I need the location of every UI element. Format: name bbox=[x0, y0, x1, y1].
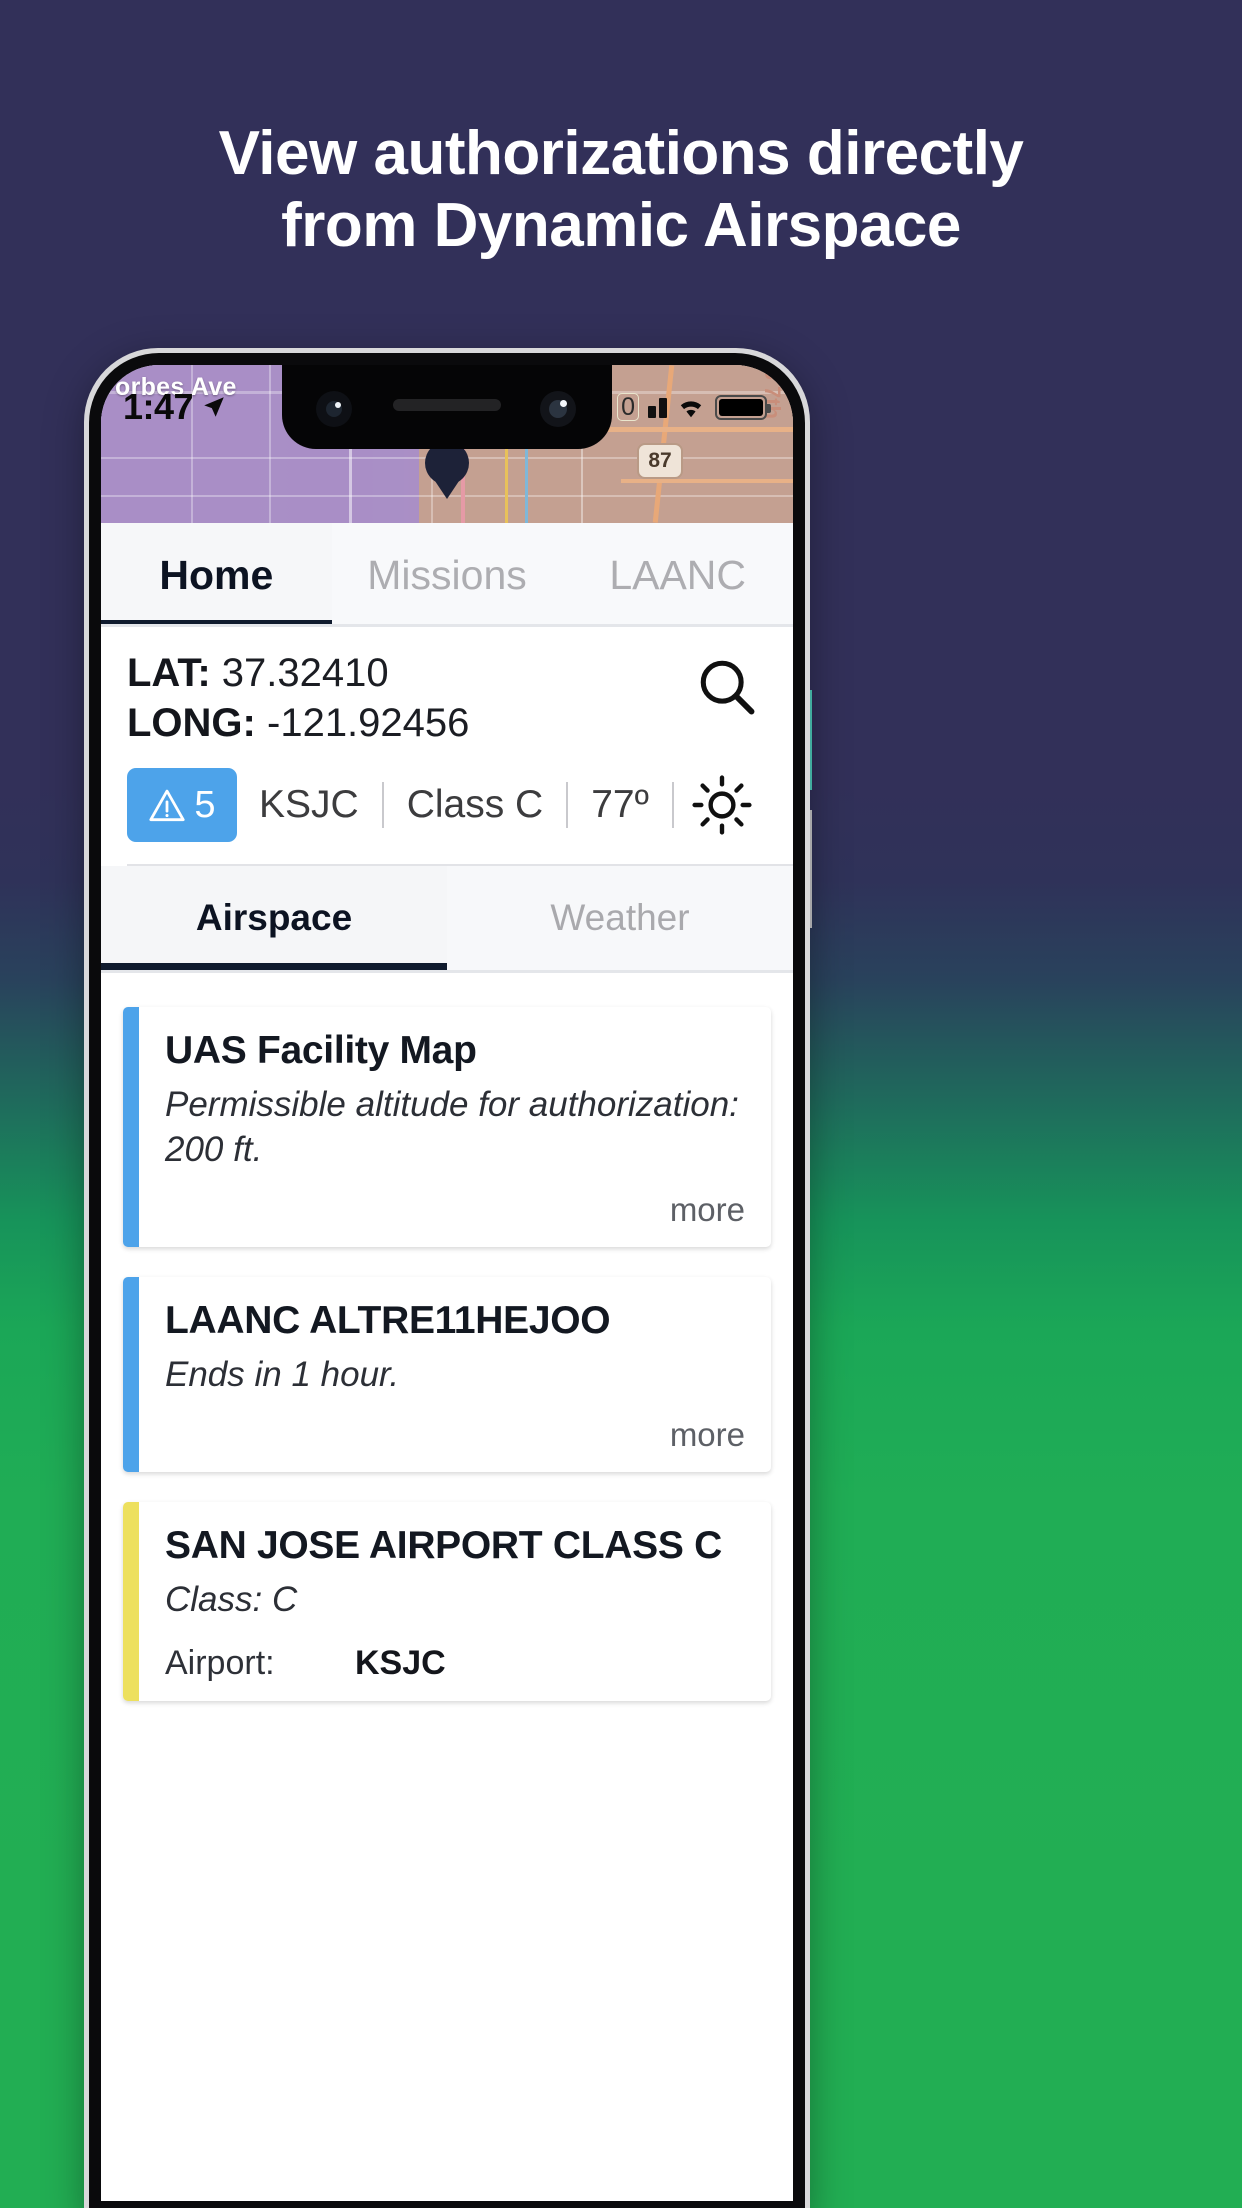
tab-missions[interactable]: Missions bbox=[331, 523, 563, 627]
card-san-jose-airport[interactable]: SAN JOSE AIRPORT CLASS C Class: C Airpor… bbox=[123, 1501, 771, 1702]
phone-screen: orbes Ave 87 S 7th 1:47 0 Home Missions … bbox=[101, 365, 793, 2201]
phone-notch bbox=[282, 365, 612, 449]
card-accent-bar bbox=[123, 1007, 139, 1247]
map-pin-icon bbox=[425, 441, 469, 499]
alert-count: 5 bbox=[194, 783, 216, 826]
card-subtitle: Ends in 1 hour. bbox=[165, 1354, 400, 1394]
sun-icon bbox=[692, 775, 752, 835]
longitude-value: -121.92456 bbox=[267, 700, 470, 745]
search-icon[interactable] bbox=[695, 655, 759, 719]
card-accent-bar bbox=[123, 1501, 139, 1702]
card-body: UAS Facility Map Permissible altitude fo… bbox=[139, 1007, 771, 1247]
map-road bbox=[621, 479, 793, 483]
phone-frame: orbes Ave 87 S 7th 1:47 0 Home Missions … bbox=[89, 353, 805, 2208]
airspace-card-list: UAS Facility Map Permissible altitude fo… bbox=[101, 973, 793, 1702]
headline-line-1: View authorizations directly bbox=[218, 119, 1024, 188]
status-time: 1:47 bbox=[123, 386, 194, 427]
warning-triangle-icon bbox=[149, 789, 186, 822]
card-detail-row: Airport: KSJC bbox=[165, 1644, 745, 1683]
signal-bars-icon bbox=[648, 396, 667, 418]
battery-full-icon bbox=[715, 394, 771, 420]
temperature-value: 77º bbox=[591, 783, 649, 827]
latitude-value: 37.32410 bbox=[221, 651, 389, 695]
map-header-strip[interactable]: orbes Ave 87 S 7th 1:47 0 bbox=[101, 365, 793, 523]
main-tab-bar: Home Missions LAANC bbox=[101, 523, 793, 627]
face-sensor-icon bbox=[316, 391, 352, 427]
phone-mockup: orbes Ave 87 S 7th 1:47 0 Home Missions … bbox=[84, 348, 810, 2208]
info-divider-1 bbox=[381, 782, 384, 829]
wifi-icon bbox=[680, 401, 702, 418]
alert-badge[interactable]: 5 bbox=[127, 768, 237, 843]
info-divider-2 bbox=[566, 782, 569, 829]
tab-weather[interactable]: Weather bbox=[447, 866, 793, 971]
front-camera-icon bbox=[540, 391, 576, 427]
card-more-link[interactable]: more bbox=[165, 1416, 745, 1454]
card-detail-value: KSJC bbox=[355, 1644, 446, 1683]
main-tab-underline bbox=[101, 624, 793, 627]
sub-tab-bar: Airspace Weather bbox=[101, 866, 793, 971]
location-arrow-icon bbox=[204, 397, 224, 417]
status-bar-left: 1:47 bbox=[123, 386, 227, 428]
info-divider-3 bbox=[671, 782, 674, 829]
card-subtitle: Class: C bbox=[165, 1579, 298, 1619]
info-strip: 5 KSJC Class C 77º bbox=[101, 748, 793, 865]
card-subtitle: Permissible altitude for authorization: … bbox=[165, 1085, 739, 1169]
airspace-class: Class C bbox=[406, 783, 544, 827]
card-more-link[interactable]: more bbox=[165, 1191, 745, 1229]
latitude-label: LAT: bbox=[127, 651, 211, 695]
longitude-row: LONG: -121.92456 bbox=[127, 699, 469, 749]
promo-headline: View authorizations directly from Dynami… bbox=[0, 118, 1242, 262]
card-laanc-authorization[interactable]: LAANC ALTRE11HEJOO Ends in 1 hour. more bbox=[123, 1276, 771, 1472]
status-bar-right: 0 bbox=[617, 392, 771, 422]
tab-home[interactable]: Home bbox=[101, 523, 332, 627]
earpiece-speaker bbox=[393, 399, 501, 411]
coordinates-text: LAT: 37.32410 LONG: -121.92456 bbox=[127, 649, 469, 748]
card-title: UAS Facility Map bbox=[165, 1029, 477, 1073]
latitude-row: LAT: 37.32410 bbox=[127, 649, 469, 699]
longitude-label: LONG: bbox=[127, 700, 256, 745]
headline-line-2: from Dynamic Airspace bbox=[281, 190, 961, 260]
card-body: LAANC ALTRE11HEJOO Ends in 1 hour. more bbox=[139, 1277, 771, 1472]
card-title: SAN JOSE AIRPORT CLASS C bbox=[165, 1523, 722, 1567]
airport-code: KSJC bbox=[259, 783, 359, 827]
card-title: LAANC ALTRE11HEJOO bbox=[165, 1298, 611, 1342]
card-uas-facility-map[interactable]: UAS Facility Map Permissible altitude fo… bbox=[123, 1007, 771, 1247]
card-accent-bar bbox=[123, 1276, 139, 1472]
tab-laanc[interactable]: LAANC bbox=[562, 523, 793, 627]
card-body: SAN JOSE AIRPORT CLASS C Class: C Airpor… bbox=[139, 1502, 771, 1702]
tab-airspace[interactable]: Airspace bbox=[101, 866, 447, 971]
sim-indicator: 0 bbox=[617, 392, 639, 422]
coordinates-block: LAT: 37.32410 LONG: -121.92456 bbox=[101, 627, 793, 749]
card-detail-key: Airport: bbox=[165, 1644, 275, 1683]
